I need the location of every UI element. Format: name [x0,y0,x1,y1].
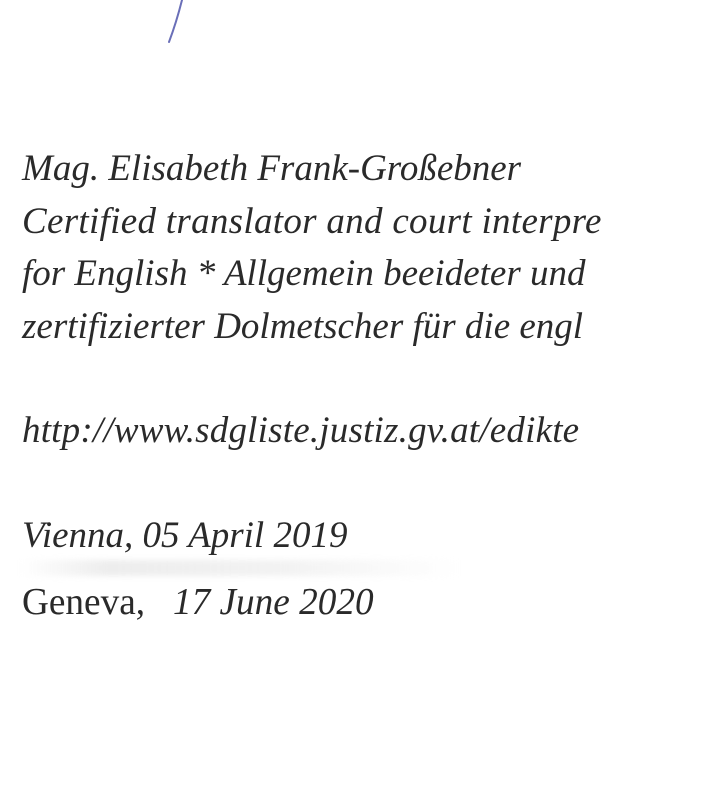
place-date-vienna: Vienna, 05 April 2019 [22,515,348,556]
translator-name: Mag. Elisabeth Frank-Großebner [22,148,522,189]
qualification-line-2: for English * Allgemein beeideter und [22,253,586,294]
qualification-line-3: zertifizierter Dolmetscher für die engl [22,306,584,347]
qualification-line-1: Certified translator and court interpre [22,201,602,242]
scan-smudge [20,560,460,576]
place-geneva: Geneva, [22,581,146,623]
registry-url: http://www.sdgliste.justiz.gv.at/edikte [22,410,580,451]
certification-page: Mag. Elisabeth Frank-Großebner Certified… [0,0,718,811]
date-geneva: 17 June 2020 [172,581,374,623]
place-date-geneva: Geneva, 17 June 2020 [22,583,374,621]
pen-stroke-mark [168,0,183,43]
